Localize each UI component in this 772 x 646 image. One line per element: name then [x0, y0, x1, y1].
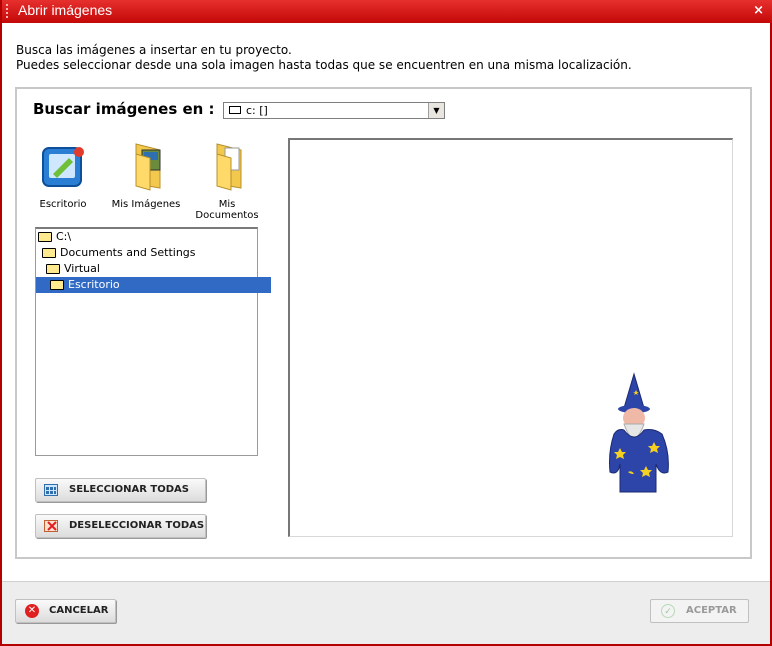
drive-icon	[229, 106, 241, 114]
open-folder-icon	[46, 264, 60, 274]
shortcut-desktop-label: Escritorio	[39, 199, 87, 210]
tree-item-label: C:\	[56, 230, 72, 243]
deselect-all-icon	[44, 520, 58, 532]
shortcut-my-pictures[interactable]: Mis Imágenes	[106, 140, 186, 210]
intro-line-1: Busca las imágenes a insertar en tu proy…	[16, 43, 292, 57]
tree-item-c-drive[interactable]: C:\	[36, 229, 259, 245]
dialog-footer: ✕ CANCELAR ✓ ACEPTAR	[2, 581, 770, 644]
chevron-down-icon[interactable]: ▼	[428, 103, 444, 118]
tree-item-label: Escritorio	[68, 278, 120, 291]
title-bar[interactable]: Abrir imágenes ×	[2, 0, 772, 23]
cancel-icon: ✕	[25, 604, 39, 618]
cancel-button[interactable]: ✕ CANCELAR	[15, 599, 116, 623]
folder-tree[interactable]: C:\ Documents and Settings Virtual Escri…	[35, 227, 271, 456]
accept-button[interactable]: ✓ ACEPTAR	[650, 599, 749, 623]
tree-item-label: Documents and Settings	[60, 246, 196, 259]
window-title: Abrir imágenes	[18, 2, 113, 18]
my-pictures-folder-icon	[135, 143, 161, 191]
shortcut-my-documents-label: Mis Documentos	[195, 199, 259, 221]
drive-select-value: c: []	[246, 104, 268, 117]
desktop-icon	[42, 147, 84, 187]
select-all-button[interactable]: SELECCIONAR TODAS	[35, 478, 206, 502]
cancel-label: CANCELAR	[49, 605, 109, 616]
wizard-mascot-icon	[609, 372, 669, 493]
accept-label: ACEPTAR	[686, 605, 737, 616]
intro-line-2: Puedes seleccionar desde una sola imagen…	[16, 58, 632, 72]
tree-item-label: Virtual	[64, 262, 100, 275]
select-all-icon	[44, 484, 58, 496]
tree-item-documents-and-settings[interactable]: Documents and Settings	[36, 245, 263, 261]
close-icon[interactable]: ×	[753, 3, 764, 18]
shortcut-my-pictures-label: Mis Imágenes	[111, 199, 181, 210]
open-folder-icon	[38, 232, 52, 242]
open-folder-icon	[42, 248, 56, 258]
grip-icon	[6, 4, 10, 18]
drive-select[interactable]: c: [] ▼	[223, 102, 445, 119]
image-preview	[288, 138, 733, 537]
deselect-all-button[interactable]: DESELECCIONAR TODAS	[35, 514, 206, 538]
tree-item-virtual[interactable]: Virtual	[36, 261, 267, 277]
my-documents-folder-icon	[216, 143, 242, 191]
shortcut-desktop[interactable]: Escritorio	[23, 140, 103, 210]
intro-text: Busca las imágenes a insertar en tu proy…	[16, 43, 632, 73]
deselect-all-label: DESELECCIONAR TODAS	[69, 520, 205, 531]
check-icon: ✓	[661, 604, 675, 618]
select-all-label: SELECCIONAR TODAS	[69, 484, 189, 495]
tree-item-escritorio[interactable]: Escritorio	[36, 277, 271, 293]
open-images-dialog: Abrir imágenes × Busca las imágenes a in…	[0, 0, 772, 646]
open-folder-icon	[50, 280, 64, 290]
shortcut-my-documents[interactable]: Mis Documentos	[187, 140, 267, 221]
search-location-label: Buscar imágenes en :	[33, 100, 215, 118]
